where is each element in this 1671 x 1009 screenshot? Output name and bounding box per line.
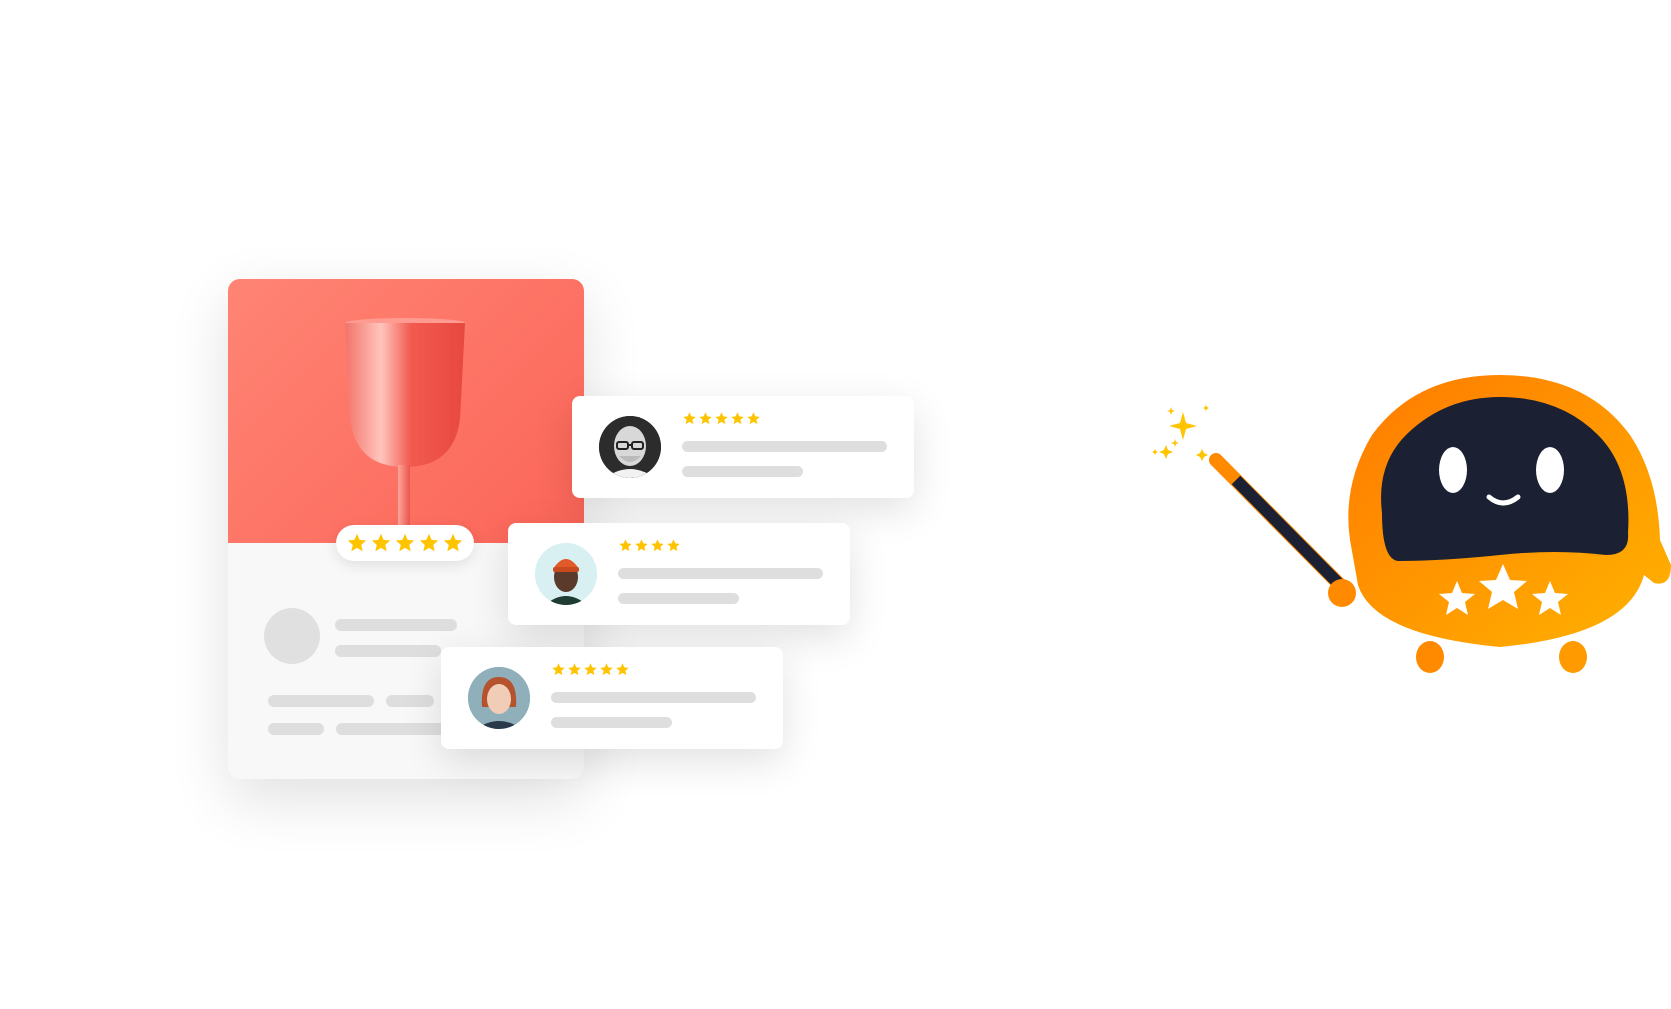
star-icon bbox=[635, 539, 648, 552]
reviewer-bald-man-with-glasses-icon bbox=[599, 416, 661, 478]
placeholder-line bbox=[551, 717, 672, 728]
product-image bbox=[228, 279, 584, 545]
sparkle-icon bbox=[1152, 405, 1209, 461]
reviewer-red-haired-woman-icon bbox=[468, 667, 530, 729]
star-icon bbox=[747, 412, 760, 425]
star-icon bbox=[699, 412, 712, 425]
review-stars bbox=[682, 411, 761, 426]
star-icon bbox=[651, 539, 664, 552]
orange-robot-with-magic-wand-icon bbox=[1152, 375, 1671, 673]
star-icon bbox=[568, 663, 581, 676]
star-icon bbox=[715, 412, 728, 425]
placeholder-line bbox=[551, 692, 756, 703]
review-card bbox=[441, 647, 783, 749]
robot-mascot bbox=[1146, 365, 1671, 685]
reviewer-man-with-orange-beanie-icon bbox=[535, 543, 597, 605]
review-stars bbox=[551, 662, 630, 677]
placeholder-avatar bbox=[264, 608, 320, 664]
placeholder-line bbox=[682, 466, 803, 477]
star-icon bbox=[667, 539, 680, 552]
placeholder-line bbox=[335, 619, 457, 631]
reviewer-avatar bbox=[535, 543, 597, 605]
review-stars bbox=[618, 538, 681, 553]
star-icon bbox=[552, 663, 565, 676]
star-icon bbox=[443, 533, 463, 552]
wine-glass-icon bbox=[345, 318, 465, 545]
placeholder-line bbox=[618, 568, 823, 579]
reviewer-avatar bbox=[599, 416, 661, 478]
placeholder-line bbox=[386, 695, 434, 707]
placeholder-line bbox=[268, 723, 324, 735]
placeholder-line bbox=[268, 695, 374, 707]
review-card bbox=[572, 396, 914, 498]
star-icon bbox=[600, 663, 613, 676]
review-card bbox=[508, 523, 850, 625]
star-icon bbox=[371, 533, 391, 552]
star-icon bbox=[395, 533, 415, 552]
star-icon bbox=[616, 663, 629, 676]
star-icon bbox=[731, 412, 744, 425]
reviewer-avatar bbox=[468, 667, 530, 729]
star-icon bbox=[683, 412, 696, 425]
placeholder-line bbox=[618, 593, 739, 604]
star-icon bbox=[619, 539, 632, 552]
placeholder-line bbox=[336, 723, 446, 735]
placeholder-line bbox=[682, 441, 887, 452]
placeholder-line bbox=[335, 645, 441, 657]
product-rating-badge bbox=[336, 525, 474, 561]
star-icon bbox=[419, 533, 439, 552]
product-rating-stars bbox=[346, 532, 464, 554]
star-icon bbox=[584, 663, 597, 676]
star-icon bbox=[347, 533, 367, 552]
